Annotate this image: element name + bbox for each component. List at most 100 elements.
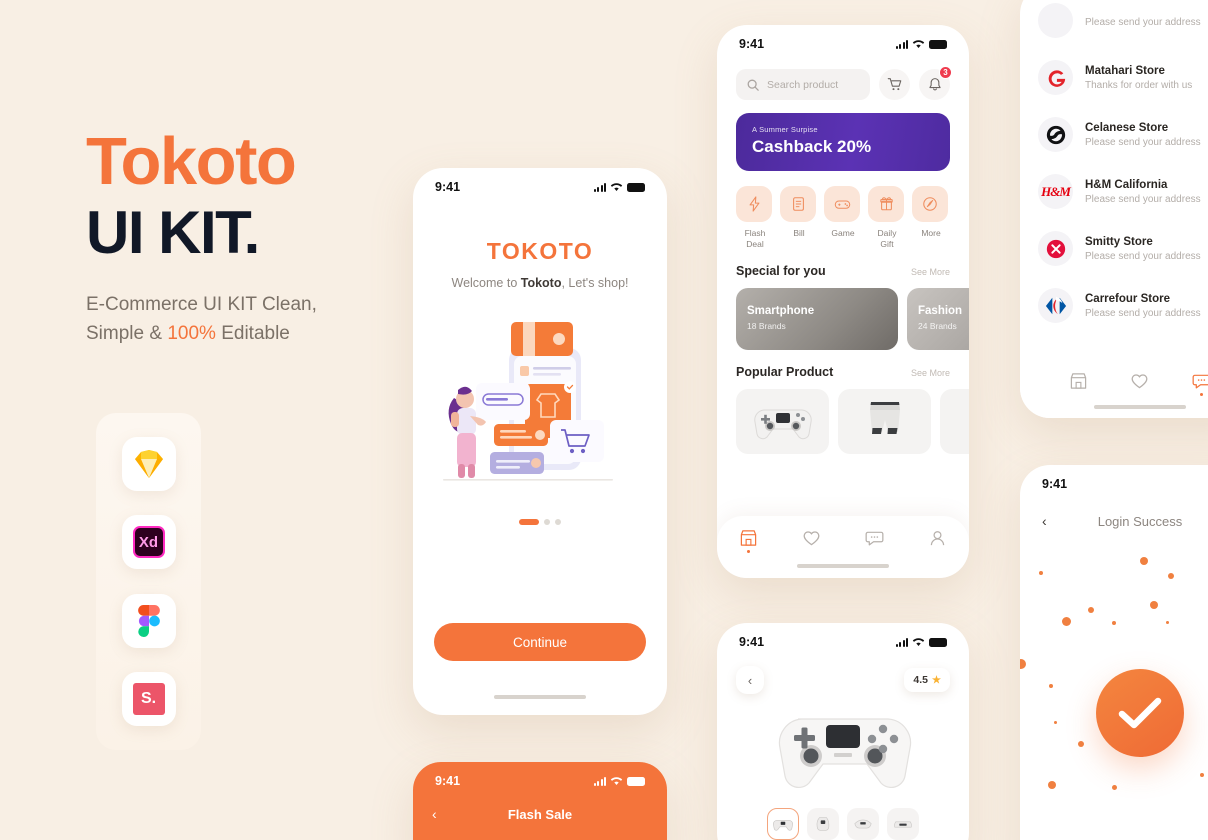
tool-card-sketch[interactable] [121,437,176,492]
home-screen: 9:41 Search product 3 A Summer Surpise C… [717,25,969,578]
signal-icon [895,39,908,49]
chat-list-item[interactable]: Smitty Store Please send your address [1020,220,1208,277]
confetti-dot [1020,659,1026,669]
success-check-badge [1096,669,1184,757]
product-card-controller[interactable] [736,389,829,455]
bell-icon [928,78,941,91]
cart-button[interactable] [879,69,910,100]
category-label: Flash Deal [736,228,774,249]
tab-active-dot [1199,393,1203,396]
chat-message: Please send your address [1085,307,1201,319]
bottom-tab-bar [717,516,969,578]
tool-card-studio[interactable]: S. [121,671,176,726]
controller-thumb-icon [773,819,793,831]
confetti-dot [1039,571,1043,575]
pager-dot-3[interactable] [555,519,561,525]
tab-chat[interactable] [865,529,884,547]
game-controller-icon [753,409,812,439]
category-daily-gift[interactable]: Daily Gift [868,186,906,249]
store-icon [740,530,757,546]
product-card-shorts[interactable] [838,389,931,455]
onboarding-pager-dots[interactable] [413,519,667,525]
search-input[interactable]: Search product [736,69,870,100]
bottom-tab-bar [1020,358,1208,418]
confetti-dot [1140,557,1148,565]
welcome-suffix: , Let's shop! [561,276,629,290]
continue-button[interactable]: Continue [434,623,646,661]
heart-icon [1132,374,1148,389]
tab-wishlist[interactable] [1130,372,1149,390]
matahari-logo [1038,60,1073,95]
tab-store[interactable] [1069,372,1088,390]
status-time: 9:41 [435,774,461,788]
controller-thumb-icon [854,819,872,829]
chat-store-name: Carrefour Store [1085,292,1170,305]
product-detail-topbar: ‹ 4.5 ★ [717,653,969,694]
category-label: Game [831,228,855,238]
smitty-logo [1038,231,1073,266]
onboarding-screen: 9:41 TOKOTO Welcome to Tokoto, Let's sho… [413,168,667,715]
special-see-more[interactable]: See More [911,267,950,277]
chat-list-item[interactable]: Matahari Store Thanks for order with us [1020,49,1208,106]
special-card-subtitle: 18 Brands [747,321,786,332]
tab-chat[interactable] [1192,372,1208,396]
status-bar: 9:41 [413,762,667,792]
tool-card-adobe-xd[interactable]: Xd [121,515,176,570]
chat-list-item[interactable]: Please send your address [1020,0,1208,49]
welcome-brand: Tokoto [520,276,562,290]
login-success-title: Login Success [1097,513,1183,529]
notification-button[interactable]: 3 [919,66,952,100]
tab-profile[interactable] [928,529,947,547]
chat-list-item[interactable]: Carrefour Store Please send your address [1020,277,1208,334]
rating-badge: 4.5 ★ [904,668,950,692]
chat-list: Please send your address Matahari Store … [1020,0,1208,334]
category-bill[interactable]: Bill [780,186,818,249]
tool-card-figma[interactable] [121,593,176,648]
hero-subtitle-line-1: E-Commerce UI KIT Clean, [86,294,317,315]
popular-see-more[interactable]: See More [911,368,950,378]
onboarding-logo: TOKOTO [486,238,594,264]
onboarding-welcome: Welcome to Tokoto, Let's shop! [413,276,667,290]
chat-list-item[interactable]: H&M H&M California Please send your addr… [1020,163,1208,220]
status-time: 9:41 [739,37,765,51]
product-card-red-item[interactable] [940,389,969,455]
figma-icon [132,604,166,638]
thumbnail-controller-front[interactable] [767,808,799,840]
search-icon [747,79,759,91]
store-icon [1070,373,1087,389]
home-indicator [797,564,889,568]
search-row: Search product 3 [736,66,952,100]
special-title: Special for you [736,264,826,279]
category-label-line1: Flash [744,228,766,238]
person-icon [930,531,945,546]
pager-dot-2[interactable] [544,519,550,525]
special-card-smartphone[interactable]: Smartphone 18 Brands [736,288,898,351]
category-label-line1: Daily [877,228,897,238]
home-indicator [494,695,586,699]
tab-store[interactable] [739,529,758,553]
confetti-dot [1112,621,1116,625]
page-title: UI KIT. [86,199,260,266]
special-card-row: Smartphone 18 Brands Fashion 24 Brands [736,288,969,351]
category-flash-deal[interactable]: Flash Deal [736,186,774,249]
status-bar: 9:41 [717,623,969,653]
chat-icon [1192,374,1208,389]
back-button[interactable]: ‹ [736,666,764,694]
category-row: Flash Deal Bill Game Daily Gift More [736,186,950,249]
thumbnail-controller-back[interactable] [887,808,919,840]
chat-item-text: Matahari Store Thanks for order with us [1085,65,1192,91]
category-game[interactable]: Game [824,186,862,249]
status-time: 9:41 [1042,477,1068,491]
special-card-fashion[interactable]: Fashion 24 Brands [907,288,969,351]
thumbnail-controller-side[interactable] [847,808,879,840]
status-time: 9:41 [739,635,765,649]
category-more[interactable]: More [912,186,950,249]
back-button[interactable]: ‹ [432,806,437,822]
signal-icon [593,182,606,192]
pager-dot-1[interactable] [519,519,539,525]
tab-wishlist[interactable] [802,529,821,547]
signal-icon [895,637,908,647]
promo-banner[interactable]: A Summer Surpise Cashback 20% [736,113,950,171]
chat-list-item[interactable]: Celanese Store Please send your address [1020,106,1208,163]
thumbnail-controller-angle[interactable] [807,808,839,840]
